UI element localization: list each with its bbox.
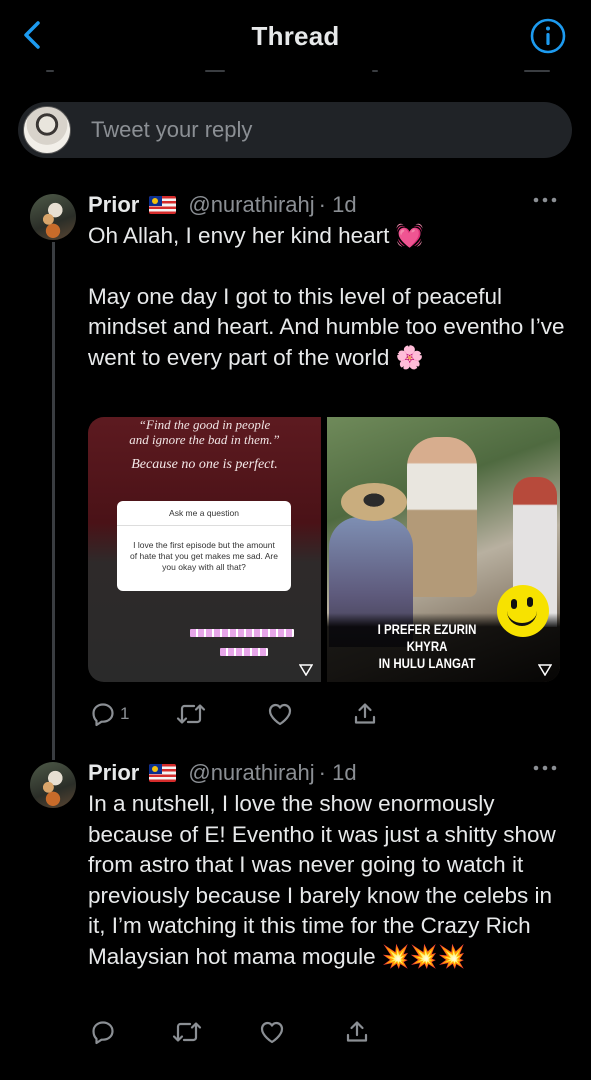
- redacted-text: [190, 629, 294, 667]
- image-caption: I PREFER EZURIN KHYRA IN HULU LANGAT: [359, 621, 495, 672]
- timestamp[interactable]: · 1d: [319, 760, 357, 786]
- tweet-actions: 1: [88, 701, 388, 731]
- reply-composer[interactable]: [18, 102, 572, 158]
- reply-button[interactable]: 1: [90, 701, 129, 727]
- tweet-text: Oh Allah, I envy her kind heart 💓 May on…: [88, 221, 568, 373]
- page-title: Thread: [251, 20, 340, 51]
- reply-icon: [92, 1021, 114, 1045]
- user-handle[interactable]: @nurathirahj: [188, 760, 314, 786]
- tweet-media[interactable]: “Find the good in people and ignore the …: [88, 417, 560, 682]
- question-card-body: I love the first episode but the amount …: [130, 540, 278, 572]
- retweet-button[interactable]: [176, 701, 206, 727]
- share-button[interactable]: [352, 701, 378, 727]
- retweet-icon: [176, 704, 206, 724]
- heart-icon: [268, 703, 292, 726]
- like-button[interactable]: [266, 701, 294, 727]
- avatar[interactable]: [30, 762, 76, 808]
- question-card: Ask me a question I love the first episo…: [117, 501, 291, 591]
- display-name[interactable]: Prior: [88, 192, 139, 218]
- thread-connector: [52, 242, 55, 760]
- tweet-header: Prior @nurathirahj · 1d: [88, 192, 357, 218]
- quote-emphasis: Because no one is perfect.: [131, 457, 278, 472]
- display-name[interactable]: Prior: [88, 760, 139, 786]
- user-handle[interactable]: @nurathirahj: [188, 192, 314, 218]
- previous-tweet-peek: [0, 60, 591, 76]
- media-image-quote[interactable]: “Find the good in people and ignore the …: [88, 417, 321, 682]
- timestamp[interactable]: · 1d: [319, 192, 357, 218]
- chevron-left-icon[interactable]: [18, 18, 46, 52]
- reply-input[interactable]: [89, 116, 513, 144]
- tweet-paragraph: May one day I got to this level of peace…: [88, 283, 565, 370]
- tweet-paragraph: Oh Allah, I envy her kind heart 💓: [88, 223, 424, 248]
- hat-shape: [341, 483, 407, 521]
- tweet-header: Prior @nurathirahj · 1d: [88, 760, 357, 786]
- more-options-icon[interactable]: [533, 764, 557, 772]
- smiley-icon: [497, 585, 549, 637]
- triangle-icon: [299, 664, 313, 676]
- share-icon: [346, 1021, 368, 1042]
- malaysia-flag-icon: [149, 196, 177, 214]
- more-options-icon[interactable]: [533, 196, 557, 204]
- retweet-button[interactable]: [172, 1019, 202, 1045]
- malaysia-flag-icon: [149, 764, 177, 782]
- info-icon[interactable]: [529, 17, 567, 55]
- reply-count: 1: [120, 704, 130, 723]
- share-icon: [354, 703, 376, 724]
- avatar: [23, 106, 71, 154]
- triangle-icon: [538, 664, 552, 676]
- quote-line: and ignore the bad in them.”: [129, 432, 280, 447]
- caption-line: I PREFER EZURIN KHYRA: [377, 622, 477, 654]
- question-card-header: Ask me a question: [117, 501, 291, 526]
- share-button[interactable]: [344, 1019, 370, 1045]
- tweet-text: In a nutshell, I love the show enormousl…: [88, 789, 568, 972]
- like-button[interactable]: [258, 1019, 286, 1045]
- quote-line: “Find the good in people: [138, 417, 271, 432]
- retweet-icon: [172, 1022, 202, 1042]
- caption-line: IN HULU LANGAT: [378, 656, 476, 671]
- media-image-show[interactable]: I PREFER EZURIN KHYRA IN HULU LANGAT: [327, 417, 560, 682]
- tweet-actions: [88, 1019, 388, 1049]
- woman-figure: [407, 437, 477, 597]
- tweet-paragraph: In a nutshell, I love the show enormousl…: [88, 791, 556, 969]
- quote-text: “Find the good in people and ignore the …: [88, 417, 321, 447]
- heart-icon: [260, 1021, 284, 1044]
- avatar[interactable]: [30, 194, 76, 240]
- reply-button[interactable]: [90, 1019, 120, 1045]
- reply-icon: [92, 703, 114, 727]
